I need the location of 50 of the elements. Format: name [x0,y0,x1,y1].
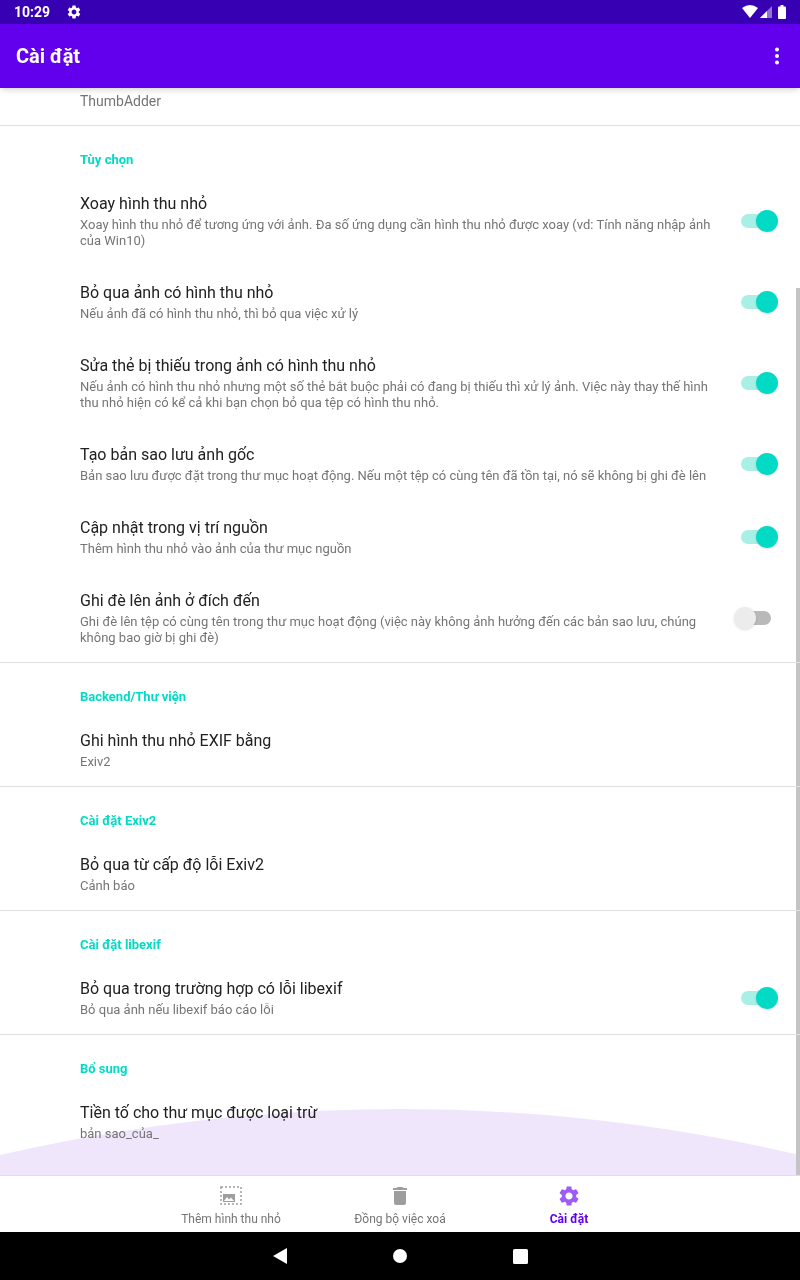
bottom-nav-tab[interactable]: Đồng bộ việc xoá [315,1176,485,1232]
app-bar-title: Cài đặt [16,43,82,70]
battery-icon [778,5,786,19]
preference-item[interactable]: Xoay hình thu nhỏ Xoay hình thu nhỏ để tương ứng với ảnh. Đa số ứng dụng cần hình thu nhỏ được xoay (vd: Tính năng nhập ảnh của Win10) [0,176,800,265]
preference-summary: Ghi đè lên tệp có cùng tên trong thư mục hoạt động (việc này không ảnh hưởng đến các bản sao lưu, chúng không bao giờ bị ghi đè) [80,614,698,646]
preference-summary: ThumbAdder [80,93,162,109]
home-icon[interactable] [392,1249,407,1263]
section-header: Tùy chọn [80,152,135,168]
preference-summary: Nếu ảnh đã có hình thu nhỏ, thì bỏ qua việc xử lý [80,306,360,322]
preference-summary: Bản sao lưu được đặt trong thư mục hoạt động. Nếu một tệp có cùng tên đã tồn tại, nó sẽ không bị ghi đè lên [80,468,708,484]
recents-icon[interactable] [512,1248,528,1264]
preference-title: Cập nhật trong vị trí nguồn [80,517,269,539]
more-options-icon[interactable] [774,47,780,65]
preference-title: Ghi đè lên ảnh ở đích đến [80,590,261,612]
preference-summary: Xoay hình thu nhỏ để tương ứng với ảnh. Đa số ứng dụng cần hình thu nhỏ được xoay (vd: Tính năng nhập ảnh của Win10) [80,217,712,249]
bottom-nav-tab[interactable]: Cài đặt [484,1176,654,1232]
section-header: Cài đặt Exiv2 [80,813,158,829]
section-header: Cài đặt libexif [80,937,162,953]
preference-title: Bỏ qua ảnh có hình thu nhỏ [80,282,275,304]
preference-title: Bỏ qua trong trường hợp có lỗi libexif [80,978,344,1000]
preference-summary: Nếu ảnh có hình thu nhỏ nhưng một số thẻ bắt buộc phải có đang bị thiếu thì xử lý ảnh. Việc này thay thế hình thu nhỏ hiện có kể cả khi bạn chọn bỏ qua tệp có hình thu nhỏ. [80,379,709,411]
preference-title: Tạo bản sao lưu ảnh gốc [80,444,256,466]
preference-item[interactable]: Ghi hình thu nhỏ EXIF bằng Exiv2 [0,713,800,786]
back-icon[interactable] [272,1248,287,1264]
preference-item[interactable]: Bỏ qua ảnh có hình thu nhỏ Nếu ảnh đã có hình thu nhỏ, thì bỏ qua việc xử lý [0,265,800,338]
preference-summary: Thêm hình thu nhỏ vào ảnh của thư mục nguồn [80,541,353,557]
preference-summary: Cảnh báo [80,878,136,894]
section-header: Backend/Thư viện [80,689,188,705]
preference-item[interactable]: Tiền tố cho thư mục được loại trừ bản sao_của_ [0,1085,800,1158]
image-frame-icon [219,1184,243,1208]
wifi-icon [742,5,758,19]
preference-item[interactable]: Bỏ qua trong trường hợp có lỗi libexif Bỏ qua ảnh nếu libexif báo cáo lỗi [0,961,800,1034]
bottom-nav-tab[interactable]: Thêm hình thu nhỏ [146,1176,316,1232]
section-header: Bổ sung [80,1061,129,1077]
settings-icon [66,4,83,20]
preference-summary: Exiv2 [80,754,112,770]
preference-item[interactable]: Bỏ qua từ cấp độ lỗi Exiv2 Cảnh báo [0,837,800,910]
preference-title: Bỏ qua từ cấp độ lỗi Exiv2 [80,854,265,876]
preference-title: Tiền tố cho thư mục được loại trừ [80,1102,319,1124]
preference-item[interactable]: Tạo bản sao lưu ảnh gốc Bản sao lưu được đặt trong thư mục hoạt động. Nếu một tệp có cùng tên đã tồn tại, nó sẽ không bị ghi đè lên [0,427,800,500]
signal-icon [760,6,772,18]
preference-item[interactable]: Cập nhật trong vị trí nguồn Thêm hình thu nhỏ vào ảnh của thư mục nguồn [0,500,800,573]
preference-summary: bản sao_của_ [80,1126,160,1142]
preference-title: Ghi hình thu nhỏ EXIF bằng [80,730,273,752]
preference-item[interactable]: Ghi đè lên ảnh ở đích đến Ghi đè lên tệp có cùng tên trong thư mục hoạt động (việc này không ảnh hưởng đến các bản sao lưu, chúng không bao giờ bị ghi đè) [0,573,800,662]
preference-summary: Bỏ qua ảnh nếu libexif báo cáo lỗi [80,1002,275,1018]
preference-title: Sửa thẻ bị thiếu trong ảnh có hình thu nhỏ [80,355,377,377]
preference-title: Xoay hình thu nhỏ [80,193,209,215]
status-time: 10:29 [14,2,51,22]
settings-icon [557,1184,581,1208]
